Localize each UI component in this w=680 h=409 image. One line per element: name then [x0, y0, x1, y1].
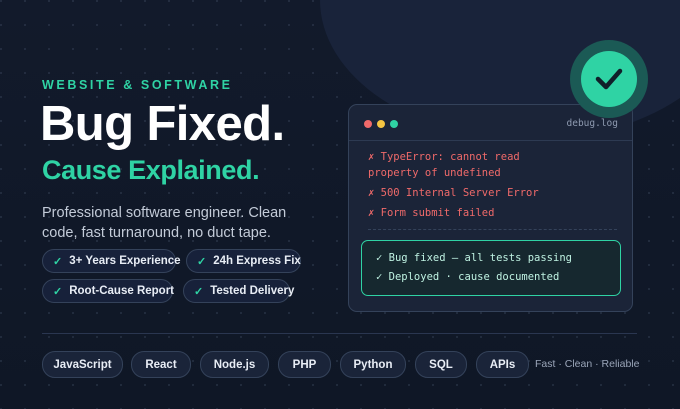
check-icon: ✓: [53, 255, 63, 268]
hero-title: Bug Fixed.: [40, 97, 285, 151]
feature-pill-report: ✓ Root-Cause Report: [42, 279, 174, 303]
tech-tag: React: [131, 351, 191, 378]
success-line: ✓ Deployed · cause documented: [376, 271, 560, 283]
feature-label: Tested Delivery: [210, 285, 295, 297]
error-line: ✗ TypeError: cannot read: [368, 151, 520, 163]
feature-pill-experience: ✓ 3+ Years Experience: [42, 249, 181, 273]
tech-tag: JavaScript: [42, 351, 123, 378]
tagline: Fast · Clean · Reliable: [535, 358, 640, 370]
success-box: ✓ Bug fixed — all tests passing ✓ Deploy…: [361, 240, 621, 296]
feature-pill-tested: ✓ Tested Delivery: [183, 279, 294, 303]
tech-tag: SQL: [415, 351, 467, 378]
banner: WEBSITE & SOFTWARE Bug Fixed. Cause Expl…: [0, 0, 680, 409]
window-dot-green: [390, 120, 398, 128]
feature-label: 3+ Years Experience: [69, 255, 181, 267]
checkmark-icon: [581, 51, 637, 107]
feature-label: Root-Cause Report: [69, 285, 174, 297]
eyebrow-label: WEBSITE & SOFTWARE: [42, 78, 233, 92]
tech-tag: APIs: [476, 351, 529, 378]
error-line: ✗ 500 Internal Server Error: [368, 187, 539, 199]
feature-label: 24h Express Fix: [213, 255, 301, 267]
terminal-divider: [368, 229, 617, 230]
tech-tag: PHP: [278, 351, 331, 378]
check-icon: ✓: [194, 285, 204, 298]
section-divider: [42, 333, 637, 334]
tech-tag: Python: [340, 351, 406, 378]
terminal-filename: debug.log: [566, 118, 618, 129]
window-dot-red: [364, 120, 372, 128]
error-line: property of undefined: [368, 167, 501, 179]
check-icon: ✓: [197, 255, 207, 268]
hero-subtitle: Cause Explained.: [42, 155, 260, 185]
success-line: ✓ Bug fixed — all tests passing: [376, 252, 572, 264]
tech-tag: Node.js: [200, 351, 269, 378]
error-line: ✗ Form submit failed: [368, 207, 495, 219]
feature-pill-express: ✓ 24h Express Fix: [186, 249, 301, 273]
window-dot-yellow: [377, 120, 385, 128]
check-icon: ✓: [53, 285, 63, 298]
hero-description: Professional software engineer. Clean co…: [42, 205, 287, 241]
